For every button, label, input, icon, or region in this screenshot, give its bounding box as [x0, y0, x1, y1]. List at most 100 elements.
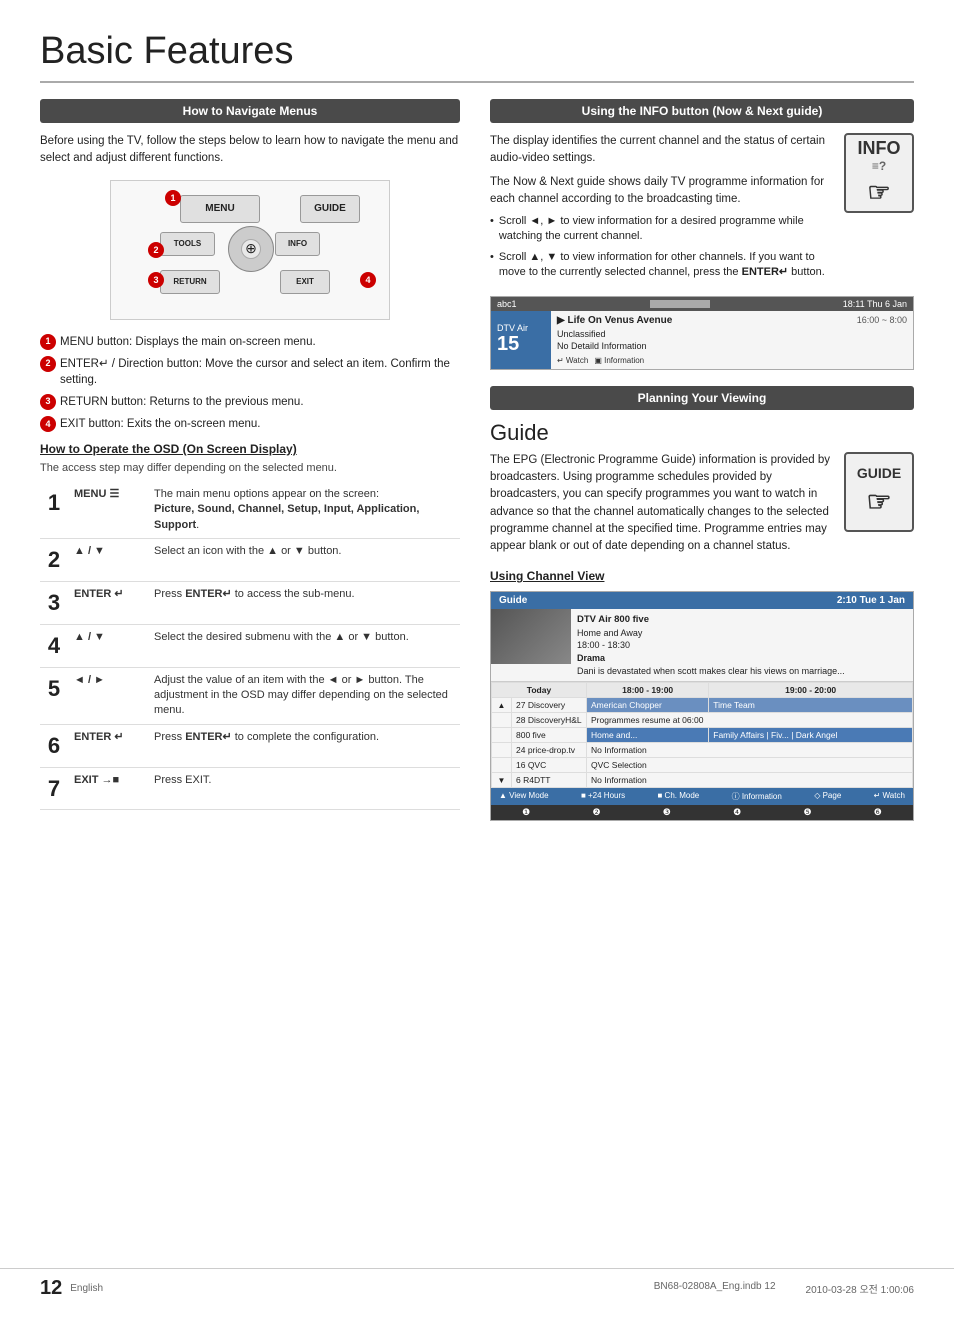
guide-ch-prog-4: No Information [587, 743, 913, 758]
guide-num-5: ❺ [803, 807, 811, 818]
info-bullet-2: • Scroll ▲, ▼ to view information for ot… [490, 250, 832, 281]
osd-btn-4: ▲ / ▼ [68, 624, 148, 667]
program-time: 16:00 ~ 8:00 [857, 314, 907, 328]
guide-col-time2: 19:00 - 20:00 [709, 683, 913, 698]
osd-table: 1 MENU ☰ The main menu options appear on… [40, 482, 460, 810]
osd-btn-7: EXIT →■ [68, 767, 148, 810]
osd-desc-6: Press ENTER↵ to complete the configurati… [148, 724, 460, 767]
osd-btn-5: ◄ / ► [68, 667, 148, 724]
channel-num: 15 [497, 333, 545, 356]
osd-btn-6: ENTER ↵ [68, 724, 148, 767]
osd-step-3: 3 [40, 581, 68, 624]
guide-preview-genre: Drama [577, 652, 845, 665]
guide-preview-time: 18:00 - 18:30 [577, 639, 845, 652]
guide-ch-arrow-4 [492, 743, 512, 758]
guide-ch-prog1-1: American Chopper [587, 698, 709, 713]
osd-step-1: 1 [40, 482, 68, 539]
guide-ch-name-4: 24 price-drop.tv [512, 743, 587, 758]
nav-bullets: 1 MENU button: Displays the main on-scre… [40, 334, 460, 432]
guide-footer-nums: ❶ ❷ ❸ ❹ ❺ ❻ [491, 805, 913, 820]
nav-bullet-3: 3 RETURN button: Returns to the previous… [40, 394, 460, 410]
guide-footer-item-1: ▲ View Mode [499, 791, 549, 802]
osd-subtitle: The access step may differ depending on … [40, 462, 460, 474]
osd-desc-7: Press EXIT. [148, 767, 460, 810]
guide-ch-prog-2: Programmes resume at 06:00 [587, 713, 913, 728]
osd-btn-2: ▲ / ▼ [68, 539, 148, 582]
guide-channel-row-6: ▼ 6 R4DTT No Information [492, 773, 913, 788]
osd-step-6: 6 [40, 724, 68, 767]
guide-section: Guide The EPG (Electronic Programme Guid… [490, 420, 914, 556]
program-detail: No Detaild Information [557, 340, 907, 353]
guide-footer-item-3: ■ Ch. Mode [657, 791, 699, 802]
page-number: 12 [40, 1277, 62, 1300]
guide-channel-row-5: 16 QVC QVC Selection [492, 758, 913, 773]
info-bullet-1: • Scroll ◄, ► to view information for a … [490, 214, 832, 245]
osd-desc-1: The main menu options appear on the scre… [148, 482, 460, 539]
guide-num-3: ❸ [663, 807, 671, 818]
nav-bullet-1: 1 MENU button: Displays the main on-scre… [40, 334, 460, 350]
guide-box-header: Guide 2:10 Tue 1 Jan [491, 592, 913, 609]
now-next-channel: abc1 [497, 299, 517, 309]
guide-preview: DTV Air 800 five Home and Away 18:00 - 1… [491, 609, 913, 682]
guide-ch-prog2-1: Time Team [709, 698, 913, 713]
menu-diagram: MENU GUIDE TOOLS INFO ⊕ RETURN EXIT [110, 180, 390, 320]
now-next-header: abc1 18:11 Thu 6 Jan [491, 297, 913, 311]
osd-step-4: 4 [40, 624, 68, 667]
guide-channel-row-1: ▲ 27 Discovery American Chopper Time Tea… [492, 698, 913, 713]
guide-col-time1: 18:00 - 19:00 [587, 683, 709, 698]
page: Basic Features How to Navigate Menus Bef… [0, 0, 954, 881]
page-lang: English [70, 1283, 103, 1294]
osd-row-1: 1 MENU ☰ The main menu options appear on… [40, 482, 460, 539]
now-next-program-info: ▶ Life On Venus Avenue 16:00 ~ 8:00 Uncl… [551, 311, 913, 369]
guide-channels-table: Today 18:00 - 19:00 19:00 - 20:00 ▲ 27 D… [491, 682, 913, 788]
guide-footer-item-5: ◇ Page [814, 791, 841, 802]
program-name: ▶ Life On Venus Avenue [557, 314, 672, 328]
guide-footer: ▲ View Mode ■ +24 Hours ■ Ch. Mode ⓘ Inf… [491, 788, 913, 805]
osd-row-3: 3 ENTER ↵ Press ENTER↵ to access the sub… [40, 581, 460, 624]
guide-ch-name-5: 16 QVC [512, 758, 587, 773]
guide-title: Guide [490, 420, 914, 446]
guide-footer-item-2: ■ +24 Hours [581, 791, 625, 802]
footer-date: 2010-03-28 오전 1:00:06 [806, 1281, 914, 1296]
guide-num-1: ❶ [522, 807, 530, 818]
osd-btn-3: ENTER ↵ [68, 581, 148, 624]
osd-desc-5: Adjust the value of an item with the ◄ o… [148, 667, 460, 724]
osd-desc-2: Select an icon with the ▲ or ▼ button. [148, 539, 460, 582]
info-text-2: The Now & Next guide shows daily TV prog… [490, 174, 832, 209]
osd-row-6: 6 ENTER ↵ Press ENTER↵ to complete the c… [40, 724, 460, 767]
osd-btn-1: MENU ☰ [68, 482, 148, 539]
guide-preview-info: DTV Air 800 five Home and Away 18:00 - 1… [571, 609, 851, 681]
guide-ch-arrow-2 [492, 713, 512, 728]
guide-ch-prog-6: No Information [587, 773, 913, 788]
guide-content: The EPG (Electronic Programme Guide) inf… [490, 452, 914, 556]
now-next-date: 18:11 Thu 6 Jan [843, 299, 907, 309]
guide-num-2: ❷ [592, 807, 600, 818]
guide-preview-desc: Dani is devastated when scott makes clea… [577, 665, 845, 678]
guide-ch-arrow-5 [492, 758, 512, 773]
nav-intro: Before using the TV, follow the steps be… [40, 133, 460, 168]
guide-preview-image [491, 609, 571, 664]
osd-row-7: 7 EXIT →■ Press EXIT. [40, 767, 460, 810]
guide-ch-prog-5: QVC Selection [587, 758, 913, 773]
guide-channel-row-4: 24 price-drop.tv No Information [492, 743, 913, 758]
guide-box-title: Guide [499, 595, 527, 606]
guide-ch-name-3: 800 five [512, 728, 587, 743]
guide-ch-name-6: 6 R4DTT [512, 773, 587, 788]
page-title: Basic Features [40, 30, 914, 83]
guide-channels-header: Today 18:00 - 19:00 19:00 - 20:00 [492, 683, 913, 698]
nav-bullet-4: 4 EXIT button: Exits the on-screen menu. [40, 416, 460, 432]
info-text-1: The display identifies the current chann… [490, 133, 832, 168]
nav-menus-header: How to Navigate Menus [40, 99, 460, 123]
info-icon-box: INFO ≡? ☞ [844, 133, 914, 213]
guide-icon-box: GUIDE ☞ [844, 452, 914, 532]
now-next-channel-info: DTV Air 15 [491, 311, 551, 369]
guide-num-4: ❹ [733, 807, 741, 818]
now-next-box: abc1 18:11 Thu 6 Jan DTV Air 15 ▶ Life O… [490, 296, 914, 370]
osd-row-5: 5 ◄ / ► Adjust the value of an item with… [40, 667, 460, 724]
program-actions: ↵ Watch ▣ Information [557, 355, 907, 366]
guide-footer-item-4: ⓘ Information [732, 791, 782, 802]
osd-row-2: 2 ▲ / ▼ Select an icon with the ▲ or ▼ b… [40, 539, 460, 582]
guide-channel-row-2: 28 DiscoveryH&L Programmes resume at 06:… [492, 713, 913, 728]
osd-desc-3: Press ENTER↵ to access the sub-menu. [148, 581, 460, 624]
right-column: Using the INFO button (Now & Next guide)… [490, 99, 914, 821]
